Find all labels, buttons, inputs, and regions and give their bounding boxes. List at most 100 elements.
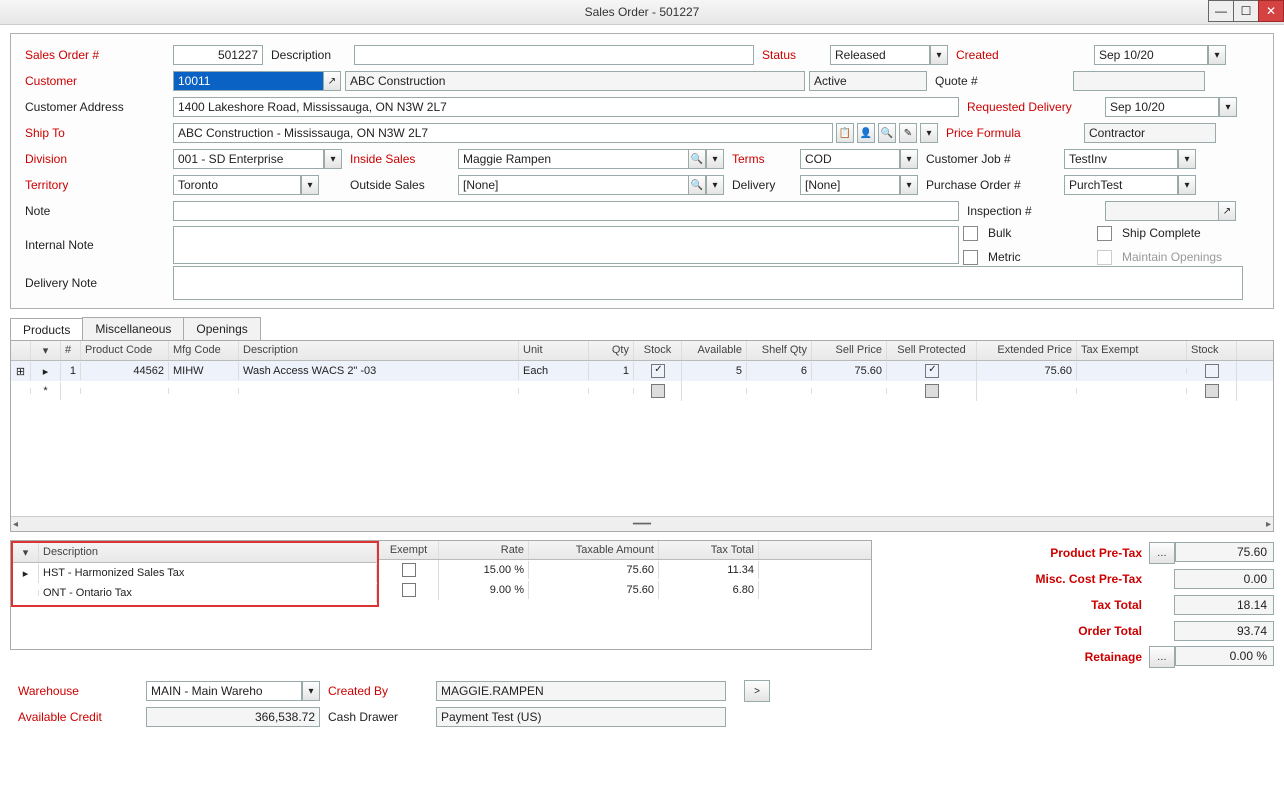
- tab-miscellaneous[interactable]: Miscellaneous: [82, 317, 184, 340]
- sales-order-label: Sales Order #: [21, 46, 169, 64]
- retainage-value: 0.00 %: [1175, 646, 1274, 666]
- shipto-action-icon[interactable]: ✎: [899, 123, 917, 143]
- close-button[interactable]: ✕: [1258, 0, 1284, 22]
- chevron-down-icon[interactable]: ▾: [324, 149, 342, 169]
- inside-sales-select[interactable]: Maggie Rampen: [458, 149, 689, 169]
- status-select[interactable]: Released: [830, 45, 930, 65]
- customer-name-field: ABC Construction: [345, 71, 805, 91]
- note-label: Note: [21, 202, 169, 220]
- chevron-down-icon[interactable]: ▾: [1178, 175, 1196, 195]
- inside-sales-label: Inside Sales: [346, 150, 454, 168]
- territory-select[interactable]: Toronto: [173, 175, 301, 195]
- minimize-button[interactable]: —: [1208, 0, 1234, 22]
- horizontal-scrollbar[interactable]: ◂━━━▸: [11, 516, 1273, 531]
- internal-note-label: Internal Note: [21, 236, 169, 254]
- avail-credit-field: 366,538.72: [146, 707, 320, 727]
- warehouse-label: Warehouse: [14, 682, 142, 700]
- misc-pretax-label: Misc. Cost Pre-Tax: [1033, 569, 1145, 589]
- product-pretax-label: Product Pre-Tax: [1047, 543, 1145, 563]
- created-date-field[interactable]: Sep 10/20: [1094, 45, 1208, 65]
- delivery-select[interactable]: [None]: [800, 175, 900, 195]
- chevron-down-icon[interactable]: ▾: [706, 175, 724, 195]
- chevron-down-icon[interactable]: ▾: [1178, 149, 1196, 169]
- maximize-button[interactable]: ☐: [1233, 0, 1259, 22]
- division-label: Division: [21, 150, 169, 168]
- go-button[interactable]: >: [744, 680, 770, 702]
- cust-job-label: Customer Job #: [922, 150, 1060, 168]
- tax-total-value: 18.14: [1174, 595, 1274, 615]
- order-total-value: 93.74: [1174, 621, 1274, 641]
- cust-addr-label: Customer Address: [21, 98, 169, 116]
- maintain-openings-checkbox: Maintain Openings: [1097, 248, 1229, 266]
- internal-note-field[interactable]: [173, 226, 959, 264]
- po-label: Purchase Order #: [922, 176, 1060, 194]
- tab-openings[interactable]: Openings: [183, 317, 260, 340]
- avail-credit-label: Available Credit: [14, 708, 142, 726]
- created-by-field: MAGGIE.RAMPEN: [436, 681, 726, 701]
- req-delivery-label: Requested Delivery: [963, 98, 1101, 116]
- req-delivery-field[interactable]: Sep 10/20: [1105, 97, 1219, 117]
- order-total-label: Order Total: [1075, 621, 1145, 641]
- outside-sales-select[interactable]: [None]: [458, 175, 689, 195]
- customer-code-field[interactable]: 10011: [173, 71, 324, 91]
- cust-job-field[interactable]: TestInv: [1064, 149, 1178, 169]
- stock-checkbox: [651, 364, 665, 378]
- ship-complete-checkbox[interactable]: Ship Complete: [1097, 224, 1229, 242]
- chevron-down-icon[interactable]: ▾: [900, 149, 918, 169]
- price-formula-field: Contractor: [1084, 123, 1216, 143]
- note-field[interactable]: [173, 201, 959, 221]
- shipto-field[interactable]: ABC Construction - Mississauga, ON N3W 2…: [173, 123, 833, 143]
- chevron-down-icon[interactable]: ▾: [1219, 97, 1237, 117]
- chevron-down-icon[interactable]: ▾: [930, 45, 948, 65]
- expand-icon[interactable]: ⊞: [16, 366, 25, 378]
- shipto-action-icon[interactable]: 👤: [857, 123, 875, 143]
- search-icon[interactable]: 🔍: [688, 149, 706, 169]
- new-row[interactable]: *: [11, 381, 1273, 401]
- search-icon[interactable]: 🔍: [688, 175, 706, 195]
- table-row[interactable]: ⊞ ▸ 1 44562 MIHW Wash Access WACS 2" -03…: [11, 361, 1273, 381]
- bulk-checkbox[interactable]: Bulk: [963, 224, 1093, 242]
- table-row[interactable]: ONT - Ontario Tax: [13, 583, 377, 603]
- metric-checkbox[interactable]: Metric: [963, 248, 1093, 266]
- grid-header: ▾ # Product Code Mfg Code Description Un…: [11, 341, 1273, 361]
- chevron-down-icon[interactable]: ▾: [920, 123, 938, 143]
- delivery-note-field[interactable]: [173, 266, 1243, 300]
- terms-select[interactable]: COD: [800, 149, 900, 169]
- lookup-icon[interactable]: ↗: [323, 71, 341, 91]
- description-field[interactable]: [354, 45, 754, 65]
- shipto-action-icon[interactable]: 📋: [836, 123, 854, 143]
- delivery-label: Delivery: [728, 176, 796, 194]
- tax-total-label: Tax Total: [1088, 595, 1145, 615]
- division-select[interactable]: 001 - SD Enterprise: [173, 149, 324, 169]
- misc-pretax-value: 0.00: [1174, 569, 1274, 589]
- chevron-down-icon[interactable]: ▾: [301, 175, 319, 195]
- detail-button[interactable]: …: [1149, 646, 1175, 668]
- sell-protected-checkbox: [925, 364, 939, 378]
- chevron-down-icon[interactable]: ▾: [900, 175, 918, 195]
- territory-label: Territory: [21, 176, 169, 194]
- chevron-down-icon[interactable]: ▾: [706, 149, 724, 169]
- detail-button[interactable]: …: [1149, 542, 1175, 564]
- customer-status-field: Active: [809, 71, 927, 91]
- tabs: Products Miscellaneous Openings: [10, 317, 1274, 340]
- warehouse-select[interactable]: MAIN - Main Wareho: [146, 681, 302, 701]
- shipto-label: Ship To: [21, 124, 169, 142]
- chevron-down-icon[interactable]: ▾: [302, 681, 320, 701]
- tab-products[interactable]: Products: [10, 318, 83, 341]
- chevron-down-icon[interactable]: ▾: [43, 345, 49, 357]
- po-field[interactable]: PurchTest: [1064, 175, 1178, 195]
- delivery-note-label: Delivery Note: [21, 274, 169, 292]
- quote-label: Quote #: [931, 72, 1069, 90]
- lookup-icon[interactable]: ↗: [1218, 201, 1236, 221]
- header-panel: Sales Order # 501227 Description Status …: [10, 33, 1274, 309]
- cash-drawer-label: Cash Drawer: [324, 708, 432, 726]
- table-row[interactable]: ▸HST - Harmonized Sales Tax: [13, 563, 377, 583]
- shipto-action-icon[interactable]: 🔍: [878, 123, 896, 143]
- exempt-checkbox: [402, 563, 416, 577]
- sales-order-field[interactable]: 501227: [173, 45, 263, 65]
- exempt-checkbox: [402, 583, 416, 597]
- chevron-down-icon[interactable]: ▾: [1208, 45, 1226, 65]
- chevron-down-icon[interactable]: ▾: [23, 547, 29, 559]
- cust-addr-field[interactable]: 1400 Lakeshore Road, Mississauga, ON N3W…: [173, 97, 959, 117]
- status-label: Status: [758, 46, 826, 64]
